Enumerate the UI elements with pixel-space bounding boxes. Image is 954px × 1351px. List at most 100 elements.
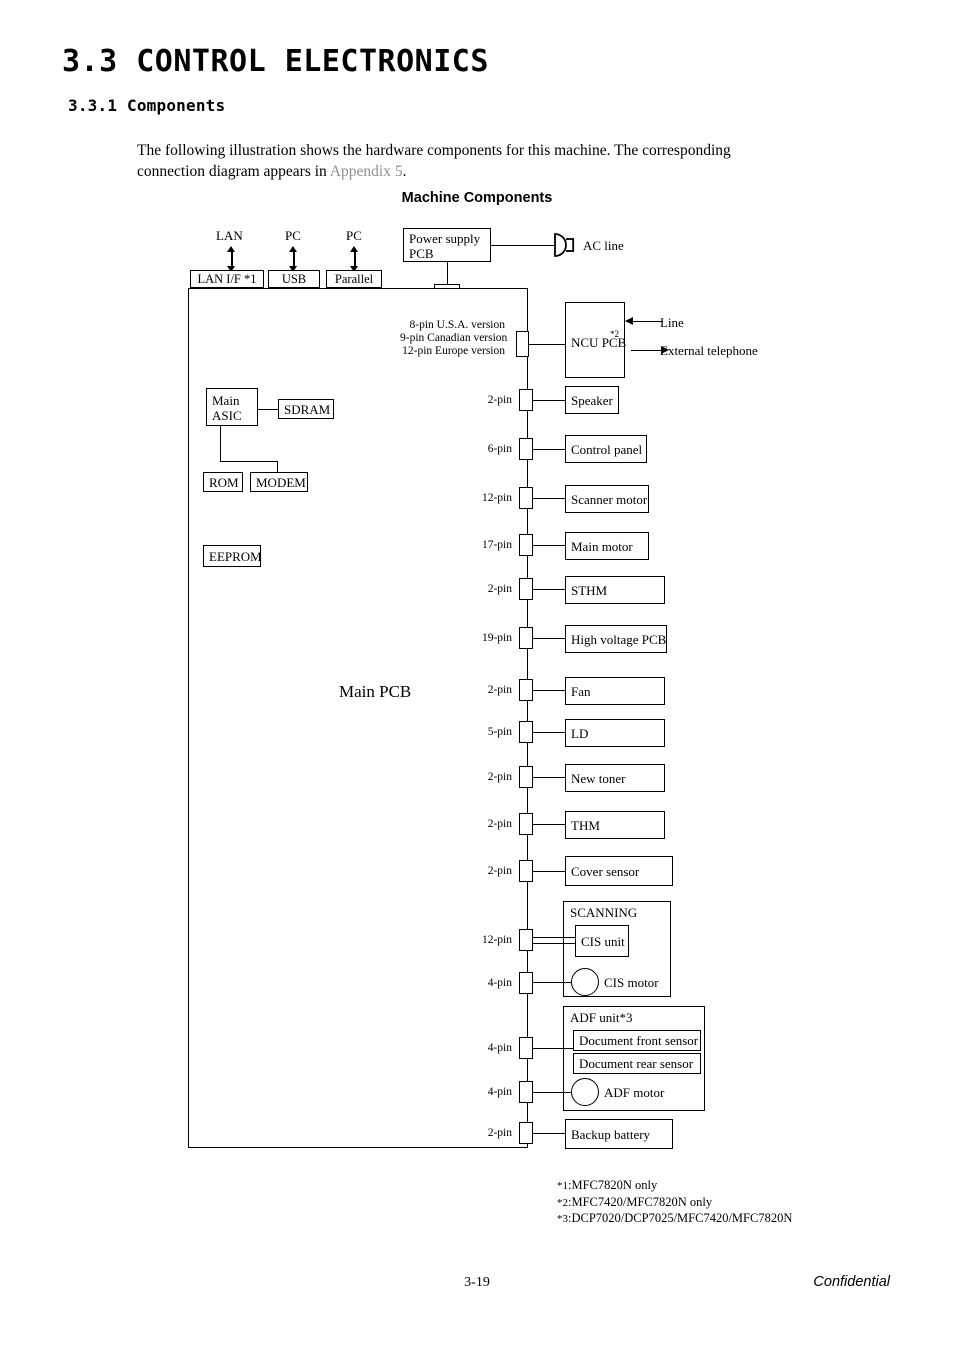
connector-adf-motor[interactable] — [519, 1081, 533, 1103]
footnote-item: *3:DCP7020/DCP7025/MFC7420/MFC7820N — [557, 1211, 792, 1228]
connector-new-toner[interactable] — [519, 766, 533, 788]
main-asic-box[interactable]: Main ASIC — [206, 388, 258, 426]
adf-motor-label: ADF motor — [604, 1085, 665, 1100]
connector-sthm[interactable] — [519, 578, 533, 600]
document-front-sensor-box[interactable]: Document front sensor — [573, 1030, 701, 1051]
power-supply-pcb-box[interactable]: Power supply PCB — [403, 228, 491, 262]
ac-plug-icon — [552, 231, 580, 264]
footnote-list: *1:MFC7820N only *2:MFC7420/MFC7820N onl… — [557, 1178, 792, 1228]
eeprom-label: EEPROM — [209, 548, 262, 564]
wire-backup-battery — [533, 1133, 565, 1134]
connector-backup-battery[interactable] — [519, 1122, 533, 1144]
connector-fan[interactable] — [519, 679, 533, 701]
wire-sthm — [533, 589, 565, 590]
eeprom-box[interactable]: EEPROM — [203, 545, 262, 567]
fan-label: Fan — [571, 683, 591, 699]
high-voltage-pcb-label: High voltage PCB — [571, 631, 667, 647]
ac-line-wire — [491, 245, 555, 246]
main-motor-box[interactable]: Main motor — [565, 532, 649, 560]
pin-label-cis-motor: 4-pin — [487, 977, 512, 989]
footnote-text: :MFC7820N only — [568, 1178, 658, 1192]
ncu-pcb-box[interactable]: NCU PCB *2 — [565, 302, 626, 378]
modem-box[interactable]: MODEM — [250, 472, 308, 492]
rom-box[interactable]: ROM — [203, 472, 243, 492]
port-usb[interactable]: USB — [268, 270, 320, 288]
connector-cover-sensor[interactable] — [519, 860, 533, 882]
wire-high-voltage-pcb — [533, 638, 565, 639]
pin-label-sthm: 2-pin — [487, 583, 512, 595]
machine-components-diagram: LAN PC PC LAN I/F *1 USB Parallel Power … — [0, 0, 954, 1351]
port-lan-if[interactable]: LAN I/F *1 — [190, 270, 264, 288]
document-page: 3.3 CONTROL ELECTRONICS 3.3.1 Components… — [0, 0, 954, 1351]
document-front-sensor-label: Document front sensor — [579, 1033, 699, 1048]
wire-main-motor — [533, 545, 565, 546]
connector-scanner-motor[interactable] — [519, 487, 533, 509]
ld-box[interactable]: LD — [565, 719, 665, 747]
scanner-motor-box[interactable]: Scanner motor — [565, 485, 649, 513]
pin-label-new-toner: 2-pin — [487, 771, 512, 783]
cover-sensor-box[interactable]: Cover sensor — [565, 856, 673, 886]
connector-high-voltage-pcb[interactable] — [519, 627, 533, 649]
pin-label-ncu-versions: 8-pin U.S.A. version 9-pin Canadian vers… — [400, 319, 508, 358]
connector-ncu[interactable] — [516, 331, 529, 357]
main-motor-label: Main motor — [571, 538, 633, 554]
wire-control-panel — [533, 449, 565, 450]
connector-main-motor[interactable] — [519, 534, 533, 556]
asic-down-wire — [220, 426, 221, 462]
wire-speaker — [533, 400, 565, 401]
usb-arrow-icon — [289, 246, 298, 272]
pin-label-ld: 5-pin — [487, 726, 512, 738]
label-external-telephone: External telephone — [660, 343, 758, 358]
lan-arrow-icon — [227, 246, 236, 272]
label-lan: LAN — [216, 228, 243, 243]
speaker-box[interactable]: Speaker — [565, 386, 619, 414]
port-parallel[interactable]: Parallel — [326, 270, 382, 288]
speaker-label: Speaker — [571, 392, 613, 408]
fan-box[interactable]: Fan — [565, 677, 665, 705]
pin-label-control-panel: 6-pin — [487, 443, 512, 455]
adf-motor-circle[interactable] — [571, 1078, 599, 1106]
control-panel-box[interactable]: Control panel — [565, 435, 647, 463]
wire-cis-unit-a — [533, 937, 575, 938]
sdram-box[interactable]: SDRAM — [278, 399, 334, 419]
ncu-pin-line-2: 9-pin Canadian version — [400, 332, 508, 344]
backup-battery-box[interactable]: Backup battery — [565, 1119, 673, 1149]
sthm-box[interactable]: STHM — [565, 576, 665, 604]
new-toner-box[interactable]: New toner — [565, 764, 665, 792]
cover-sensor-label: Cover sensor — [571, 863, 640, 879]
connector-cis-motor[interactable] — [519, 972, 533, 994]
page-number: 3-19 — [464, 1275, 490, 1290]
document-rear-sensor-label: Document rear sensor — [579, 1056, 694, 1071]
footnote-marker: *3 — [557, 1213, 568, 1225]
power-supply-line2: PCB — [409, 246, 434, 261]
sdram-label: SDRAM — [284, 401, 331, 417]
ncu-pcb-superscript: *2 — [610, 329, 619, 339]
adf-group-superscript: *3 — [619, 1010, 633, 1025]
connector-thm[interactable] — [519, 813, 533, 835]
cis-unit-box[interactable]: CIS unit — [575, 925, 629, 957]
ncu-wire — [529, 344, 565, 345]
wire-ld — [533, 732, 565, 733]
scanner-motor-label: Scanner motor — [571, 491, 648, 507]
wire-thm — [533, 824, 565, 825]
connector-speaker[interactable] — [519, 389, 533, 411]
main-pcb-label: Main PCB — [339, 682, 412, 701]
document-rear-sensor-box[interactable]: Document rear sensor — [573, 1053, 701, 1074]
pin-label-adf-sensors: 4-pin — [487, 1042, 512, 1054]
connector-cis-unit[interactable] — [519, 929, 533, 951]
main-asic-line1: Main — [212, 393, 240, 408]
wire-cis-unit-b — [533, 943, 575, 944]
cis-motor-circle[interactable] — [571, 968, 599, 996]
connector-adf-sensors[interactable] — [519, 1037, 533, 1059]
footnote-item: *1:MFC7820N only — [557, 1178, 792, 1195]
connector-control-panel[interactable] — [519, 438, 533, 460]
rom-label: ROM — [209, 474, 239, 490]
high-voltage-pcb-box[interactable]: High voltage PCB — [565, 625, 667, 653]
thm-box[interactable]: THM — [565, 811, 665, 839]
label-pc-usb: PC — [285, 228, 301, 243]
pin-label-backup-battery: 2-pin — [487, 1127, 512, 1139]
connector-ld[interactable] — [519, 721, 533, 743]
backup-battery-label: Backup battery — [571, 1126, 651, 1142]
cis-unit-label: CIS unit — [581, 933, 625, 949]
thm-label: THM — [571, 817, 600, 833]
